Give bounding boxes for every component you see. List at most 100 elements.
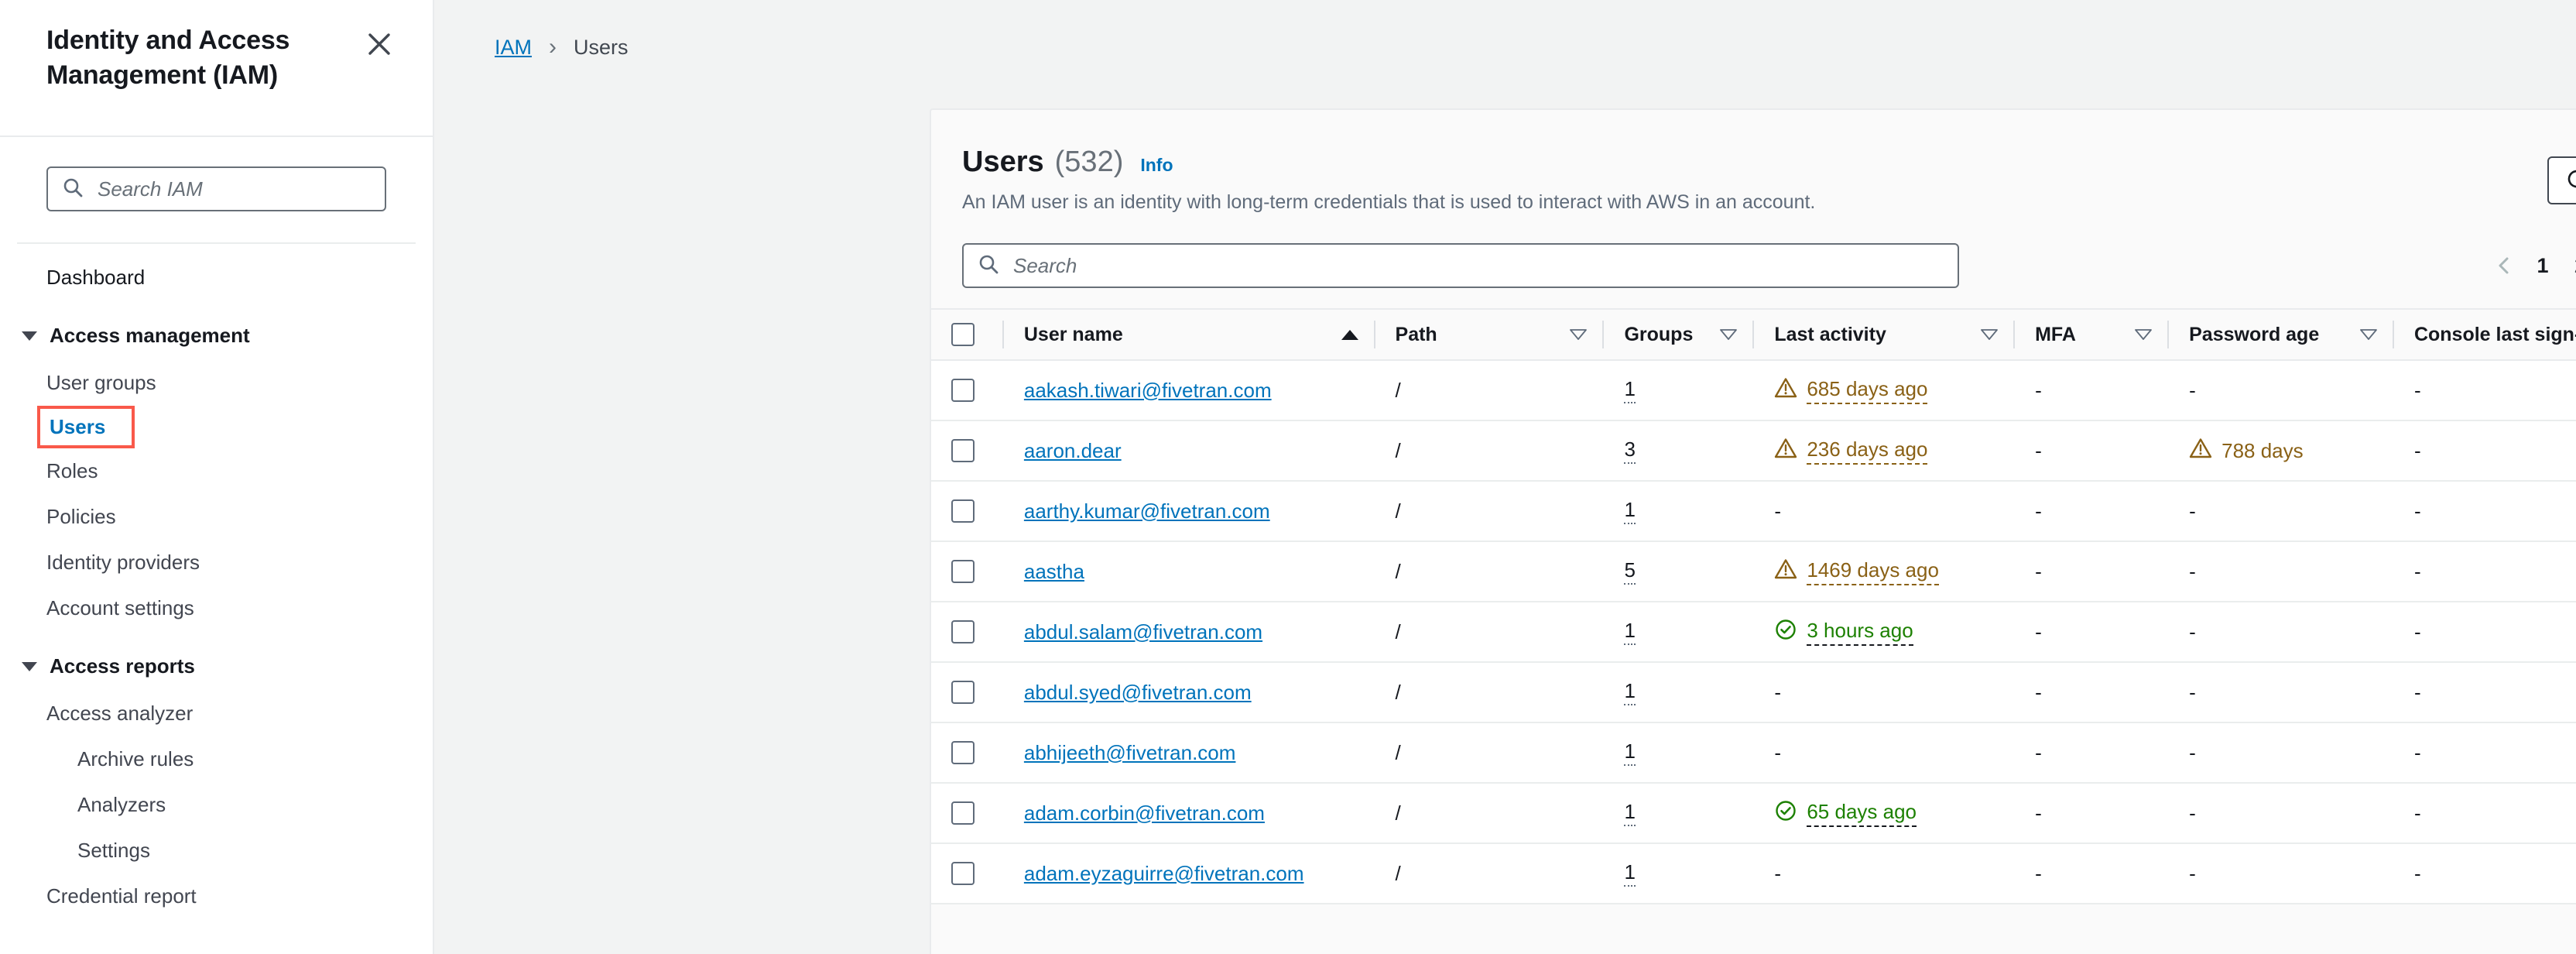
cell-mfa: - bbox=[2015, 662, 2170, 723]
groups-count-link[interactable]: 1 bbox=[1624, 860, 1636, 887]
refresh-button[interactable] bbox=[2547, 156, 2576, 204]
cell-user-name: abdul.syed@fivetran.com bbox=[1003, 662, 1375, 723]
sidebar-item-settings[interactable]: Settings bbox=[0, 828, 433, 873]
groups-count-link[interactable]: 1 bbox=[1624, 498, 1636, 525]
sidebar-item-archive-rules[interactable]: Archive rules bbox=[0, 736, 433, 782]
sidebar-item-user-groups[interactable]: User groups bbox=[0, 360, 433, 406]
main-content: IAM › Users Users (532) Info An IAM user… bbox=[434, 0, 2576, 954]
cell-path: / bbox=[1375, 541, 1605, 602]
cell-password-age-empty: - bbox=[2189, 619, 2196, 643]
row-checkbox[interactable] bbox=[951, 439, 975, 462]
row-checkbox[interactable] bbox=[951, 560, 975, 583]
card-header-left: Users (532) Info An IAM user is an ident… bbox=[962, 141, 1815, 214]
groups-count-link[interactable]: 5 bbox=[1624, 558, 1636, 585]
cell-path: / bbox=[1375, 481, 1605, 542]
column-header-user-name[interactable]: User name bbox=[1003, 308, 1375, 361]
row-checkbox[interactable] bbox=[951, 681, 975, 704]
cell-groups: 1 bbox=[1604, 662, 1755, 723]
last-activity-value: 685 days ago bbox=[1807, 377, 1928, 404]
user-name-link[interactable]: aarthy.kumar@fivetran.com bbox=[1024, 499, 1270, 523]
user-name-link[interactable]: aastha bbox=[1024, 560, 1084, 583]
groups-count-link[interactable]: 1 bbox=[1624, 377, 1636, 404]
sidebar-header: Identity and Access Management (IAM) bbox=[0, 0, 433, 136]
cell-password-age-empty: - bbox=[2189, 559, 2196, 583]
cell-mfa: - bbox=[2015, 360, 2170, 421]
search-input[interactable]: Search bbox=[962, 243, 1959, 288]
chevron-left-icon[interactable] bbox=[2484, 245, 2524, 286]
cell-password-age-empty: - bbox=[2189, 740, 2196, 764]
row-select-cell bbox=[931, 420, 1004, 482]
sidebar-group-access-reports[interactable]: Access reports bbox=[0, 631, 433, 691]
table-row: abdul.salam@fivetran.com/1 3 hours ago - - -… bbox=[931, 602, 2576, 663]
row-select-cell bbox=[931, 541, 1004, 602]
cell-groups: 1 bbox=[1604, 602, 1755, 663]
users-card: Users (532) Info An IAM user is an ident… bbox=[930, 108, 2576, 954]
row-checkbox[interactable] bbox=[951, 499, 975, 523]
sidebar-item-analyzers[interactable]: Analyzers bbox=[0, 782, 433, 828]
chevron-down-icon bbox=[22, 661, 37, 671]
sidebar-item-dashboard[interactable]: Dashboard bbox=[0, 244, 433, 311]
chevron-down-icon bbox=[22, 331, 37, 341]
sidebar-item-policies[interactable]: Policies bbox=[0, 494, 433, 540]
column-header-console-last-sign-in[interactable]: Console last sign-in bbox=[2393, 308, 2576, 361]
user-name-link[interactable]: abdul.salam@fivetran.com bbox=[1024, 620, 1262, 643]
groups-count-link[interactable]: 3 bbox=[1624, 438, 1636, 465]
page-2[interactable]: 2 bbox=[2561, 254, 2576, 278]
table-row: aaron.dear/3236 days ago-788 days-Active… bbox=[931, 420, 2576, 482]
row-checkbox[interactable] bbox=[951, 620, 975, 643]
row-checkbox[interactable] bbox=[951, 379, 975, 402]
user-name-link[interactable]: aakash.tiwari@fivetran.com bbox=[1024, 379, 1272, 402]
users-count: (532) bbox=[1054, 146, 1124, 178]
groups-count-link[interactable]: 1 bbox=[1624, 800, 1636, 827]
sidebar-item-access-analyzer[interactable]: Access analyzer bbox=[0, 691, 433, 736]
column-header-groups[interactable]: Groups bbox=[1604, 308, 1755, 361]
cell-groups: 1 bbox=[1604, 722, 1755, 784]
groups-count-link[interactable]: 1 bbox=[1624, 679, 1636, 706]
cell-user-name: aaron.dear bbox=[1003, 420, 1375, 482]
sidebar-item-account-settings[interactable]: Account settings bbox=[0, 585, 433, 631]
page-1[interactable]: 1 bbox=[2524, 254, 2561, 278]
sidebar-item-users[interactable]: Users bbox=[0, 406, 433, 449]
last-activity-warning[interactable]: 685 days ago bbox=[1774, 376, 1928, 405]
cell-console-last-sign-in: - bbox=[2393, 722, 2576, 784]
select-all-checkbox[interactable] bbox=[951, 323, 975, 346]
info-link[interactable]: Info bbox=[1140, 155, 1173, 176]
last-activity-ok[interactable]: 3 hours ago bbox=[1774, 618, 1913, 647]
row-checkbox[interactable] bbox=[951, 801, 975, 825]
groups-count-link[interactable]: 1 bbox=[1624, 619, 1636, 646]
last-activity-value: 236 days ago bbox=[1807, 438, 1928, 465]
warning-icon bbox=[2189, 437, 2212, 465]
last-activity-ok[interactable]: 65 days ago bbox=[1774, 799, 1917, 828]
row-checkbox[interactable] bbox=[951, 862, 975, 885]
row-checkbox[interactable] bbox=[951, 741, 975, 764]
last-activity-warning[interactable]: 236 days ago bbox=[1774, 437, 1928, 465]
user-name-link[interactable]: adam.corbin@fivetran.com bbox=[1024, 801, 1265, 825]
column-header-mfa[interactable]: MFA bbox=[2015, 308, 2170, 361]
cell-mfa: - bbox=[2015, 602, 2170, 663]
sidebar-group-access-management[interactable]: Access management bbox=[0, 311, 433, 360]
last-activity-warning[interactable]: 1469 days ago bbox=[1774, 558, 1939, 586]
user-name-link[interactable]: abhijeeth@fivetran.com bbox=[1024, 741, 1236, 764]
sort-icon bbox=[2360, 324, 2377, 346]
table-row: aarthy.kumar@fivetran.com/1----Active - … bbox=[931, 481, 2576, 542]
column-label: User name bbox=[1023, 323, 1123, 345]
column-header-path[interactable]: Path bbox=[1375, 308, 1605, 361]
sidebar-item-roles[interactable]: Roles bbox=[0, 448, 433, 494]
user-name-link[interactable]: aaron.dear bbox=[1024, 439, 1122, 462]
user-name-link[interactable]: adam.eyzaguirre@fivetran.com bbox=[1024, 862, 1304, 885]
cell-path: / bbox=[1375, 783, 1605, 844]
sidebar-item-credential-report[interactable]: Credential report bbox=[0, 873, 433, 919]
column-header-password-age[interactable]: Password age bbox=[2169, 308, 2394, 361]
cell-console-last-sign-in: - bbox=[2393, 843, 2576, 904]
cell-mfa: - bbox=[2015, 783, 2170, 844]
sidebar-item-identity-providers[interactable]: Identity providers bbox=[0, 540, 433, 585]
user-name-link[interactable]: abdul.syed@fivetran.com bbox=[1024, 681, 1252, 704]
column-header-last-activity[interactable]: Last activity bbox=[1754, 308, 2016, 361]
page-description: An IAM user is an identity with long-ter… bbox=[962, 191, 1816, 213]
cell-password-age: 788 days bbox=[2169, 420, 2394, 482]
cell-user-name: aarthy.kumar@fivetran.com bbox=[1003, 481, 1375, 542]
breadcrumb-link-iam[interactable]: IAM bbox=[495, 36, 532, 60]
search-iam-input[interactable]: Search IAM bbox=[46, 166, 386, 211]
close-icon[interactable] bbox=[361, 26, 397, 62]
groups-count-link[interactable]: 1 bbox=[1624, 740, 1636, 767]
